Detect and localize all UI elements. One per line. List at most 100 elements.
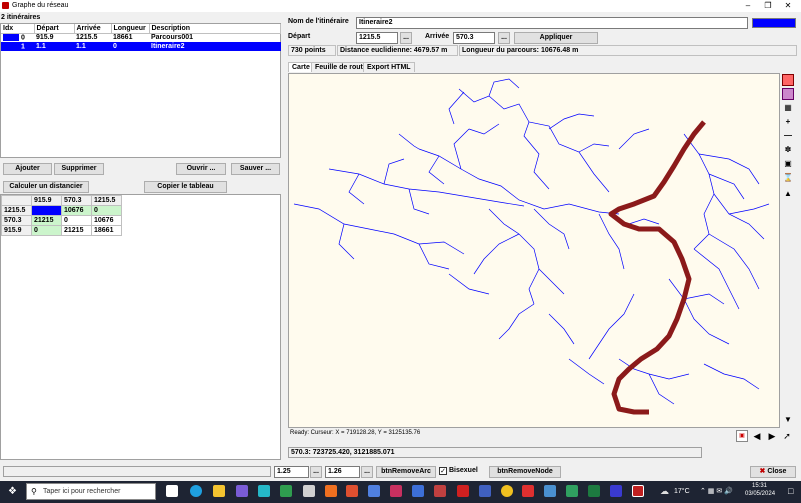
- app-icon-8[interactable]: [412, 485, 424, 497]
- matrix-cell[interactable]: 0: [61, 215, 92, 226]
- euclidean-distance: Distance euclidienne: 4679.57 m: [337, 45, 458, 56]
- task-view-icon[interactable]: [166, 485, 178, 497]
- matrix-cell[interactable]: 0: [91, 205, 122, 216]
- compute-distance-button[interactable]: Calculer un distancier: [3, 181, 89, 193]
- excel-icon[interactable]: [588, 485, 600, 497]
- apply-button[interactable]: Appliquer: [514, 32, 598, 44]
- start-field[interactable]: 1215.5: [356, 32, 398, 44]
- layer-purple-icon[interactable]: [782, 88, 794, 100]
- temperature: 17°C: [674, 488, 690, 495]
- app-icon-10[interactable]: [457, 485, 469, 497]
- matrix-cell[interactable]: 18661: [91, 225, 122, 236]
- matrix-cell[interactable]: [31, 205, 62, 216]
- coordinate-status: 570.3: 723725.420, 3121885.071: [288, 447, 702, 458]
- zoom-in-icon[interactable]: +: [782, 116, 794, 128]
- app-icon-2[interactable]: [280, 485, 292, 497]
- app-icon-4[interactable]: [325, 485, 337, 497]
- file-explorer-icon[interactable]: [213, 485, 225, 497]
- remove-node-button[interactable]: btnRemoveNode: [489, 466, 561, 478]
- zoom-out-icon[interactable]: —: [782, 130, 794, 142]
- arrow-down-icon[interactable]: ▼: [782, 414, 794, 426]
- matrix-cell[interactable]: 21215: [61, 225, 92, 236]
- col-description[interactable]: Description: [149, 24, 281, 34]
- app-icon-14[interactable]: [566, 485, 578, 497]
- app-icon-15[interactable]: [610, 485, 622, 497]
- tab-export-html[interactable]: Export HTML: [363, 62, 415, 72]
- arrow-left-icon[interactable]: ◀: [751, 430, 763, 442]
- matrix-row-header: 570.3: [1, 215, 32, 226]
- app-icon-1[interactable]: [258, 485, 270, 497]
- weather-icon[interactable]: ☁: [660, 486, 669, 497]
- layer-red-icon[interactable]: [782, 74, 794, 86]
- value1-field[interactable]: 1.25: [274, 466, 309, 478]
- app-icon-12[interactable]: [522, 485, 534, 497]
- table-row[interactable]: 1 1.1 1.1 0 Itineraire2: [1, 42, 281, 51]
- app-icon-11[interactable]: [479, 485, 491, 497]
- active-app-icon[interactable]: [632, 485, 644, 497]
- matrix-cell[interactable]: 10676: [91, 215, 122, 226]
- col-length[interactable]: Longueur: [111, 24, 150, 34]
- windows-start-icon[interactable]: ❖: [8, 486, 19, 497]
- matrix-cell[interactable]: 0: [31, 225, 62, 236]
- taskbar-search-box[interactable]: ⚲ Taper ici pour rechercher: [26, 483, 156, 500]
- matrix-cell[interactable]: 21215: [31, 215, 62, 226]
- itinerary-name-label: Nom de l'itinéraire: [288, 18, 349, 25]
- row-description: Itineraire2: [149, 42, 281, 51]
- store-icon[interactable]: [236, 485, 248, 497]
- add-button[interactable]: Ajouter: [3, 163, 52, 175]
- matrix-corner: [1, 195, 32, 206]
- table-row[interactable]: 0 915.9 1215.5 18661 Parcours001: [1, 33, 281, 42]
- color-swatch: [3, 34, 19, 42]
- app-icon: [2, 2, 9, 9]
- start-label: Départ: [288, 33, 311, 40]
- bisexual-checkbox[interactable]: ✓: [439, 467, 447, 475]
- system-tray-icons[interactable]: ⌃ ▦ ✉ 🔊: [700, 487, 733, 495]
- edge-icon[interactable]: [190, 485, 202, 497]
- save-button[interactable]: Sauver ...: [231, 163, 280, 175]
- app-icon-6[interactable]: [368, 485, 380, 497]
- color-swatch: [3, 42, 19, 50]
- maximize-icon[interactable]: ❐: [758, 1, 778, 10]
- app-icon-13[interactable]: [544, 485, 556, 497]
- chrome-icon[interactable]: [501, 485, 513, 497]
- itinerary-color-button[interactable]: [752, 18, 796, 28]
- arrow-up-icon[interactable]: ▲: [782, 188, 794, 200]
- end-browse-button[interactable]: ...: [498, 32, 510, 44]
- hourglass-icon[interactable]: ⌛: [782, 172, 794, 184]
- notification-icon[interactable]: □: [788, 486, 793, 496]
- app-icon-5[interactable]: [346, 485, 358, 497]
- col-start[interactable]: Départ: [34, 24, 75, 34]
- layer-edit-icon[interactable]: ▦: [782, 102, 794, 114]
- arrow-right-icon[interactable]: ▶: [766, 430, 778, 442]
- pointer-icon[interactable]: ➚: [781, 430, 793, 442]
- itinerary-name-field[interactable]: Itineraire2: [356, 17, 748, 29]
- value2-browse-button[interactable]: ...: [361, 466, 373, 478]
- open-button[interactable]: Ouvrir ...: [176, 163, 226, 175]
- app-icon-9[interactable]: [434, 485, 446, 497]
- minimize-icon[interactable]: –: [738, 1, 758, 10]
- close-button-label: Close: [767, 468, 787, 475]
- app-icon-7[interactable]: [390, 485, 402, 497]
- matrix-col-header: 1215.5: [91, 195, 122, 206]
- copy-table-button[interactable]: Copier le tableau: [144, 181, 227, 193]
- distance-matrix-panel: 915.9 570.3 1215.5 1215.5 10676 0 570.3 …: [0, 194, 281, 460]
- value2-field[interactable]: 1.26: [325, 466, 360, 478]
- col-end[interactable]: Arrivée: [74, 24, 112, 34]
- row-length: 18661: [113, 34, 133, 42]
- remove-button[interactable]: Supprimer: [54, 163, 104, 175]
- overview-icon[interactable]: ▣: [736, 430, 748, 442]
- matrix-cell[interactable]: 10676: [61, 205, 92, 216]
- col-idx[interactable]: Idx: [1, 24, 35, 34]
- value1-browse-button[interactable]: ...: [310, 466, 322, 478]
- remove-arc-button[interactable]: btnRemoveArc: [376, 466, 436, 478]
- map-canvas[interactable]: [288, 73, 780, 428]
- start-browse-button[interactable]: ...: [400, 32, 412, 44]
- close-icon[interactable]: ✕: [778, 1, 798, 10]
- end-field[interactable]: 570.3: [453, 32, 495, 44]
- ruler-icon[interactable]: ✽: [782, 144, 794, 156]
- select-icon[interactable]: ▣: [782, 158, 794, 170]
- tab-roadmap[interactable]: Feuille de route: [311, 62, 371, 72]
- close-button[interactable]: ✖ Close: [750, 466, 796, 478]
- app-icon-3[interactable]: [303, 485, 315, 497]
- clock-time: 15:31: [752, 483, 768, 489]
